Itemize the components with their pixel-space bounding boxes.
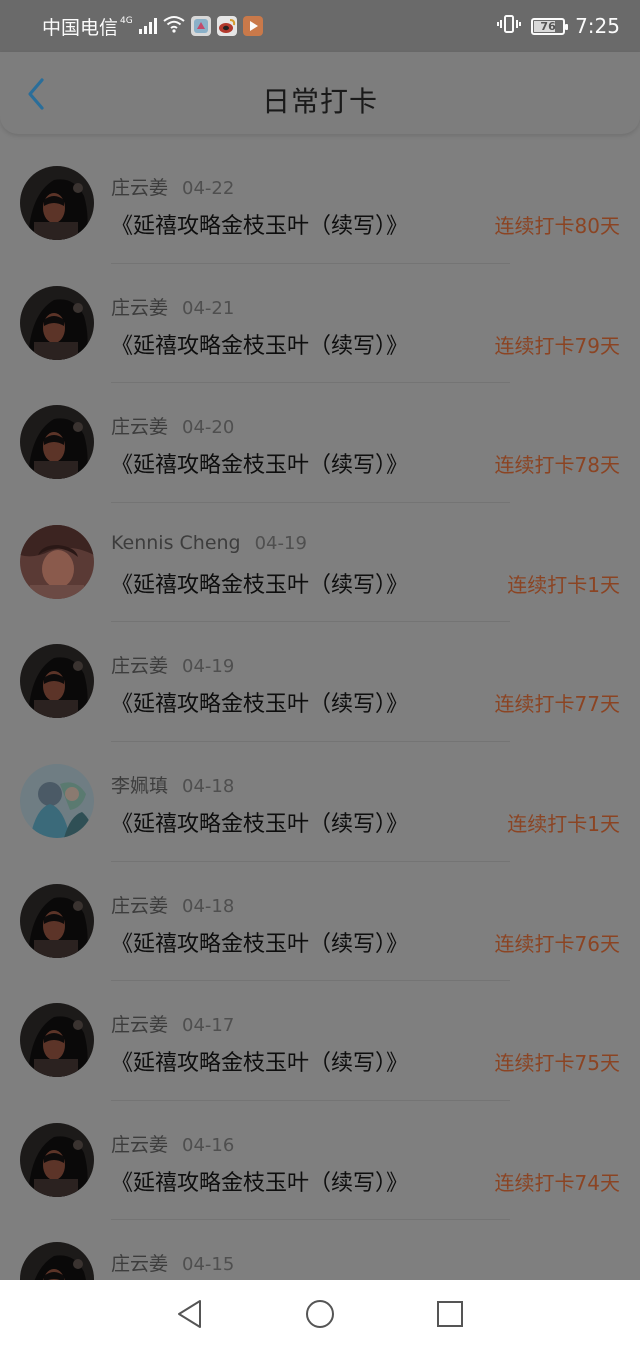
checkin-date: 04-22	[182, 178, 235, 199]
book-title: 《延禧攻略金枝玉叶（续写）》	[111, 811, 409, 837]
recents-square-icon	[436, 1300, 464, 1332]
video-app-icon	[242, 16, 263, 36]
home-circle-icon	[305, 1299, 335, 1333]
streak-label: 连续打卡74天	[494, 1170, 620, 1195]
checkin-list-item[interactable]: 庄云姜 04-20 《延禧攻略金枝玉叶（续写）》 连续打卡78天	[0, 383, 640, 503]
app-screen: 中国电信 4G 76 7:25 日常打卡 庄云姜 04-22 《延禧攻略金枝玉叶…	[0, 0, 640, 1351]
system-nav-bar	[0, 1280, 640, 1351]
book-title: 《延禧攻略金枝玉叶（续写）》	[111, 692, 409, 718]
back-triangle-icon	[176, 1299, 204, 1333]
checkin-list-item[interactable]: 庄云姜 04-21 《延禧攻略金枝玉叶（续写）》 连续打卡79天	[0, 264, 640, 384]
book-title: 《延禧攻略金枝玉叶（续写）》	[111, 214, 409, 239]
book-title: 《延禧攻略金枝玉叶（续写）》	[111, 931, 409, 957]
user-name-label: 庄云姜	[111, 1253, 169, 1276]
avatar[interactable]	[20, 166, 94, 240]
checkin-date: 04-16	[182, 1134, 235, 1156]
user-name: 庄云姜 04-15	[111, 1249, 234, 1276]
user-name: 庄云姜 04-18	[111, 891, 234, 918]
user-name-label: 庄云姜	[111, 177, 169, 199]
signal-icon	[138, 18, 157, 34]
checkin-date: 04-20	[182, 417, 235, 439]
avatar[interactable]	[20, 285, 94, 360]
streak-label: 连续打卡77天	[494, 692, 620, 717]
book-title: 《延禧攻略金枝玉叶（续写）》	[111, 453, 409, 479]
checkin-list: 庄云姜 04-22 《延禧攻略金枝玉叶（续写）》 连续打卡80天 庄云姜 04-21…	[0, 144, 640, 1280]
user-name: 庄云姜 04-20	[111, 412, 234, 439]
checkin-list-item[interactable]: 庄云姜 04-19 《延禧攻略金枝玉叶（续写）》 连续打卡77天	[0, 622, 640, 742]
avatar[interactable]	[20, 1003, 94, 1078]
checkin-list-item[interactable]: 庄云姜 04-17 《延禧攻略金枝玉叶（续写）》 连续打卡75天	[0, 981, 640, 1101]
checkin-list-item[interactable]: 庄云姜 04-16 《延禧攻略金枝玉叶（续写）》 连续打卡74天	[0, 1101, 640, 1221]
header-bar: 日常打卡	[0, 52, 640, 134]
page-title: 日常打卡	[261, 85, 378, 118]
nav-recents-button[interactable]	[430, 1296, 470, 1336]
avatar[interactable]	[20, 763, 94, 838]
checkin-date: 04-18	[182, 775, 235, 797]
carrier-label: 中国电信	[42, 16, 119, 39]
user-name: 庄云姜 04-17	[111, 1010, 234, 1037]
user-name-label: 庄云姜	[111, 894, 169, 917]
network-type-label: 4G	[120, 16, 133, 26]
avatar[interactable]	[20, 405, 94, 480]
checkin-list-item[interactable]: 庄云姜 04-22 《延禧攻略金枝玉叶（续写）》 连续打卡80天	[0, 144, 640, 264]
checkin-date: 04-19	[182, 656, 235, 678]
user-name-label: 李姵瑱	[111, 774, 169, 797]
avatar[interactable]	[20, 883, 94, 958]
nav-back-button[interactable]	[170, 1296, 210, 1336]
checkin-list-item[interactable]: 庄云姜 04-18 《延禧攻略金枝玉叶（续写）》 连续打卡76天	[0, 862, 640, 982]
streak-label: 连续打卡79天	[494, 333, 620, 358]
user-name: 庄云姜 04-19	[111, 651, 234, 678]
status-left: 中国电信 4G	[20, 13, 263, 40]
status-right: 76 7:25	[497, 14, 620, 38]
streak-label: 连续打卡76天	[494, 931, 620, 956]
checkin-date: 04-18	[182, 895, 235, 917]
book-title: 《延禧攻略金枝玉叶（续写）》	[111, 333, 409, 359]
checkin-date: 04-21	[182, 297, 235, 319]
user-name: 庄云姜 04-22	[111, 173, 234, 200]
book-title: 《延禧攻略金枝玉叶（续写）》	[111, 1051, 409, 1077]
avatar[interactable]	[20, 524, 94, 599]
checkin-list-item[interactable]: 李姵瑱 04-18 《延禧攻略金枝玉叶（续写）》 连续打卡1天	[0, 742, 640, 862]
checkin-date: 04-17	[182, 1015, 235, 1037]
user-name-label: Kennis Cheng	[111, 531, 241, 554]
wifi-icon	[163, 15, 185, 37]
user-name-label: 庄云姜	[111, 1014, 169, 1037]
weibo-icon	[216, 16, 237, 36]
battery-level-label: 76	[540, 19, 556, 33]
clock-label: 7:25	[575, 14, 620, 38]
checkin-date: 04-15	[182, 1254, 235, 1276]
book-title: 《延禧攻略金枝玉叶（续写）》	[111, 1170, 409, 1196]
vibrate-icon	[497, 14, 522, 38]
user-name-label: 庄云姜	[111, 416, 169, 439]
checkin-list-item[interactable]: Kennis Cheng 04-19 《延禧攻略金枝玉叶（续写）》 连续打卡1天	[0, 503, 640, 623]
checkin-list-item[interactable]: 庄云姜 04-15	[0, 1220, 640, 1280]
checkin-date: 04-19	[254, 532, 307, 554]
avatar[interactable]	[20, 644, 94, 719]
status-bar: 中国电信 4G 76 7:25	[0, 0, 640, 52]
user-name: 庄云姜 04-21	[111, 293, 234, 320]
streak-label: 连续打卡78天	[494, 453, 620, 478]
avatar[interactable]	[20, 1122, 94, 1197]
app-icon	[190, 16, 211, 36]
streak-label: 连续打卡1天	[507, 572, 620, 597]
nav-home-button[interactable]	[300, 1296, 340, 1336]
user-name: Kennis Cheng 04-19	[111, 532, 307, 554]
user-name-label: 庄云姜	[111, 655, 169, 678]
user-name-label: 庄云姜	[111, 296, 169, 319]
user-name-label: 庄云姜	[111, 1133, 169, 1156]
streak-label: 连续打卡75天	[494, 1051, 620, 1076]
battery-icon: 76	[531, 17, 569, 35]
streak-label: 连续打卡80天	[494, 214, 620, 238]
book-title: 《延禧攻略金枝玉叶（续写）》	[111, 572, 409, 598]
user-name: 庄云姜 04-16	[111, 1130, 234, 1157]
user-name: 李姵瑱 04-18	[111, 771, 234, 798]
avatar[interactable]	[20, 1242, 94, 1280]
streak-label: 连续打卡1天	[507, 811, 620, 836]
